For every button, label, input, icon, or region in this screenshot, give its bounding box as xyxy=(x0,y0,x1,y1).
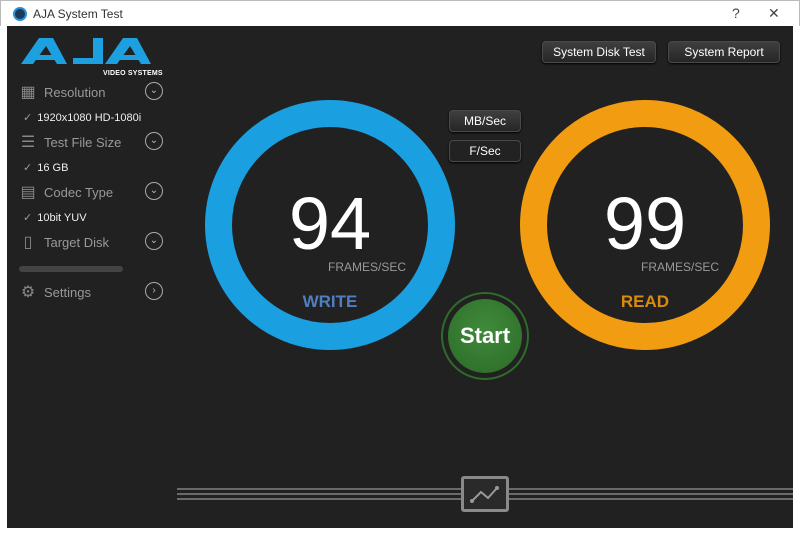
f-sec-button[interactable]: F/Sec xyxy=(449,140,521,162)
chevron-down-icon[interactable]: ⌄ xyxy=(145,182,163,200)
graph-button[interactable] xyxy=(461,476,509,512)
read-label: READ xyxy=(620,292,670,311)
sidebar-item-codec-type[interactable]: ▤ Codec Type ⌄ xyxy=(19,182,169,204)
sidebar-item-resolution[interactable]: ▦ Resolution ⌄ xyxy=(19,82,169,104)
line-chart-icon xyxy=(470,486,499,503)
sidebar-label: Target Disk xyxy=(44,235,110,250)
chevron-right-icon[interactable]: › xyxy=(145,282,163,300)
write-label: WRITE xyxy=(302,292,358,311)
system-disk-test-button[interactable]: System Disk Test xyxy=(542,41,656,63)
sidebar-item-settings[interactable]: ⚙ Settings › xyxy=(19,282,169,304)
start-label: Start xyxy=(448,299,522,373)
codec-value: ✓ 10bit YUV xyxy=(23,211,87,224)
layers-icon: ☰ xyxy=(20,134,36,151)
check-icon: ✓ xyxy=(23,112,33,124)
disk-icon: ▯ xyxy=(23,234,33,251)
chip-icon: ▦ xyxy=(20,84,36,101)
value-text: 1920x1080 HD-1080i xyxy=(37,112,142,124)
window-title: AJA System Test xyxy=(33,7,123,21)
help-button[interactable]: ? xyxy=(732,5,740,21)
mb-sec-button[interactable]: MB/Sec xyxy=(449,110,521,132)
chevron-down-icon[interactable]: ⌄ xyxy=(145,82,163,100)
start-button[interactable]: Start xyxy=(441,292,529,380)
read-unit: FRAMES/SEC xyxy=(641,260,720,274)
sidebar-item-test-file-size[interactable]: ☰ Test File Size ⌄ xyxy=(19,132,169,154)
sidebar-item-target-disk[interactable]: ▯ Target Disk ⌄ xyxy=(19,232,169,254)
chevron-down-icon[interactable]: ⌄ xyxy=(145,132,163,150)
app-icon xyxy=(13,7,27,21)
aja-logo-mark xyxy=(21,38,151,64)
write-value: 94 xyxy=(288,182,372,265)
disk-progress-bar xyxy=(19,266,123,272)
title-bar: AJA System Test ? ✕ xyxy=(0,0,800,26)
chevron-down-icon[interactable]: ⌄ xyxy=(145,232,163,250)
grid-icon: ▤ xyxy=(20,184,36,201)
value-text: 10bit YUV xyxy=(37,212,87,224)
sidebar-label: Resolution xyxy=(44,85,106,100)
check-icon: ✓ xyxy=(23,162,33,174)
read-value: 99 xyxy=(603,182,687,265)
aja-logo: VIDEO SYSTEMS xyxy=(21,36,163,77)
resolution-value: ✓ 1920x1080 HD-1080i xyxy=(23,111,141,124)
gear-icon: ⚙ xyxy=(20,284,36,301)
check-icon: ✓ xyxy=(23,212,33,224)
close-button[interactable]: ✕ xyxy=(768,5,780,22)
system-report-button[interactable]: System Report xyxy=(668,41,780,63)
sidebar-label: Test File Size xyxy=(44,135,122,150)
value-text: 16 GB xyxy=(37,162,69,174)
sidebar-label: Settings xyxy=(44,285,91,300)
logo-subtitle: VIDEO SYSTEMS xyxy=(103,70,163,77)
sidebar-label: Codec Type xyxy=(44,185,114,200)
main-panel: VIDEO SYSTEMS ▦ Resolution ⌄ ✓ 1920x1080 … xyxy=(7,26,793,528)
file-size-value: ✓ 16 GB xyxy=(23,161,68,174)
write-unit: FRAMES/SEC xyxy=(328,260,407,274)
